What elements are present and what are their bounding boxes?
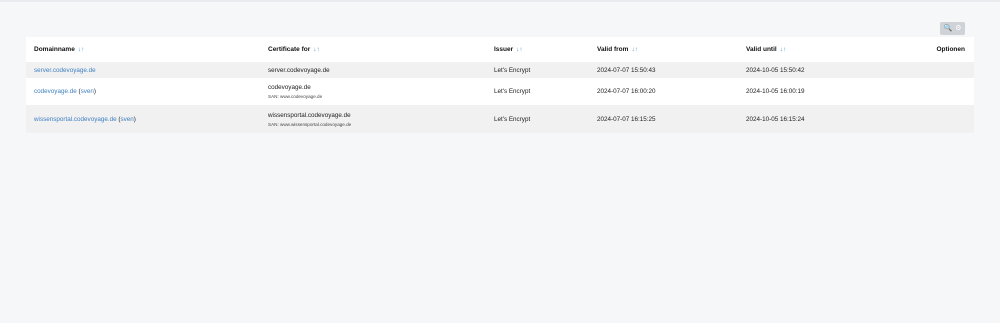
certificate-cell: wissensportal.codevoyage.de SAN: www.wiss… — [260, 105, 486, 133]
sort-icon[interactable]: ↓↑ — [516, 46, 523, 53]
top-divider — [0, 0, 1000, 2]
certificate-cell: server.codevoyage.de — [260, 62, 486, 78]
valid-until-cell: 2024-10-05 16:15:24 — [738, 105, 888, 133]
options-cell — [888, 78, 974, 105]
domain-cell: wissensportal.codevoyage.de (sven) — [26, 105, 260, 133]
domain-link[interactable]: server.codevoyage.de — [34, 67, 96, 74]
san-text: SAN: www.wissensportal.codevoyage.de — [268, 121, 352, 127]
owner-link[interactable]: sven — [81, 88, 94, 95]
sort-icon[interactable]: ↓↑ — [631, 46, 638, 53]
column-header-issuer[interactable]: Issuer ↓↑ — [486, 37, 589, 62]
domain-cell: server.codevoyage.de — [26, 62, 260, 78]
issuer-cell: Let's Encrypt — [486, 62, 589, 78]
column-header-certificate[interactable]: Certificate for ↓↑ — [260, 37, 486, 62]
column-header-domain[interactable]: Domainname ↓↑ — [26, 37, 260, 62]
issuer-cell: Let's Encrypt — [486, 105, 589, 133]
valid-from-cell: 2024-07-07 15:50:43 — [589, 62, 738, 78]
table-header-row: Domainname ↓↑ Certificate for ↓↑ Issuer ↓↑ … — [26, 37, 974, 62]
table-row: codevoyage.de (sven) codevoyage.de SAN: w… — [26, 78, 974, 105]
options-cell — [888, 105, 974, 133]
valid-from-cell: 2024-07-07 16:15:25 — [589, 105, 738, 133]
valid-until-cell: 2024-10-05 15:50:42 — [738, 62, 888, 78]
search-icon[interactable]: 🔍 — [944, 25, 953, 32]
column-header-valid-from[interactable]: Valid from ↓↑ — [589, 37, 738, 62]
options-cell — [888, 62, 974, 78]
owner-link[interactable]: sven — [120, 116, 133, 123]
sort-icon[interactable]: ↓↑ — [313, 46, 320, 53]
certificates-table: Domainname ↓↑ Certificate for ↓↑ Issuer ↓↑ … — [26, 37, 974, 133]
certificate-cell: codevoyage.de SAN: www.codevoyage.de — [260, 78, 486, 105]
sort-icon[interactable]: ↓↑ — [780, 46, 787, 53]
domain-link[interactable]: codevoyage.de — [34, 88, 77, 95]
table-row: server.codevoyage.de server.codevoyage.d… — [26, 62, 974, 78]
table-row: wissensportal.codevoyage.de (sven) wisse… — [26, 105, 974, 133]
table-tools[interactable]: 🔍 ⚙ — [940, 22, 965, 35]
san-text: SAN: www.codevoyage.de — [268, 94, 323, 99]
column-header-options: Optionen — [936, 46, 965, 53]
column-header-valid-until[interactable]: Valid until ↓↑ — [738, 37, 888, 62]
valid-from-cell: 2024-07-07 16:00:20 — [589, 78, 738, 105]
issuer-cell: Let's Encrypt — [486, 78, 589, 105]
sort-icon[interactable]: ↓↑ — [78, 46, 85, 53]
gear-icon[interactable]: ⚙ — [955, 25, 961, 32]
domain-link[interactable]: wissensportal.codevoyage.de — [34, 116, 117, 123]
valid-until-cell: 2024-10-05 16:00:19 — [738, 78, 888, 105]
domain-cell: codevoyage.de (sven) — [26, 78, 260, 105]
certificates-panel: Domainname ↓↑ Certificate for ↓↑ Issuer ↓↑ … — [26, 37, 974, 133]
